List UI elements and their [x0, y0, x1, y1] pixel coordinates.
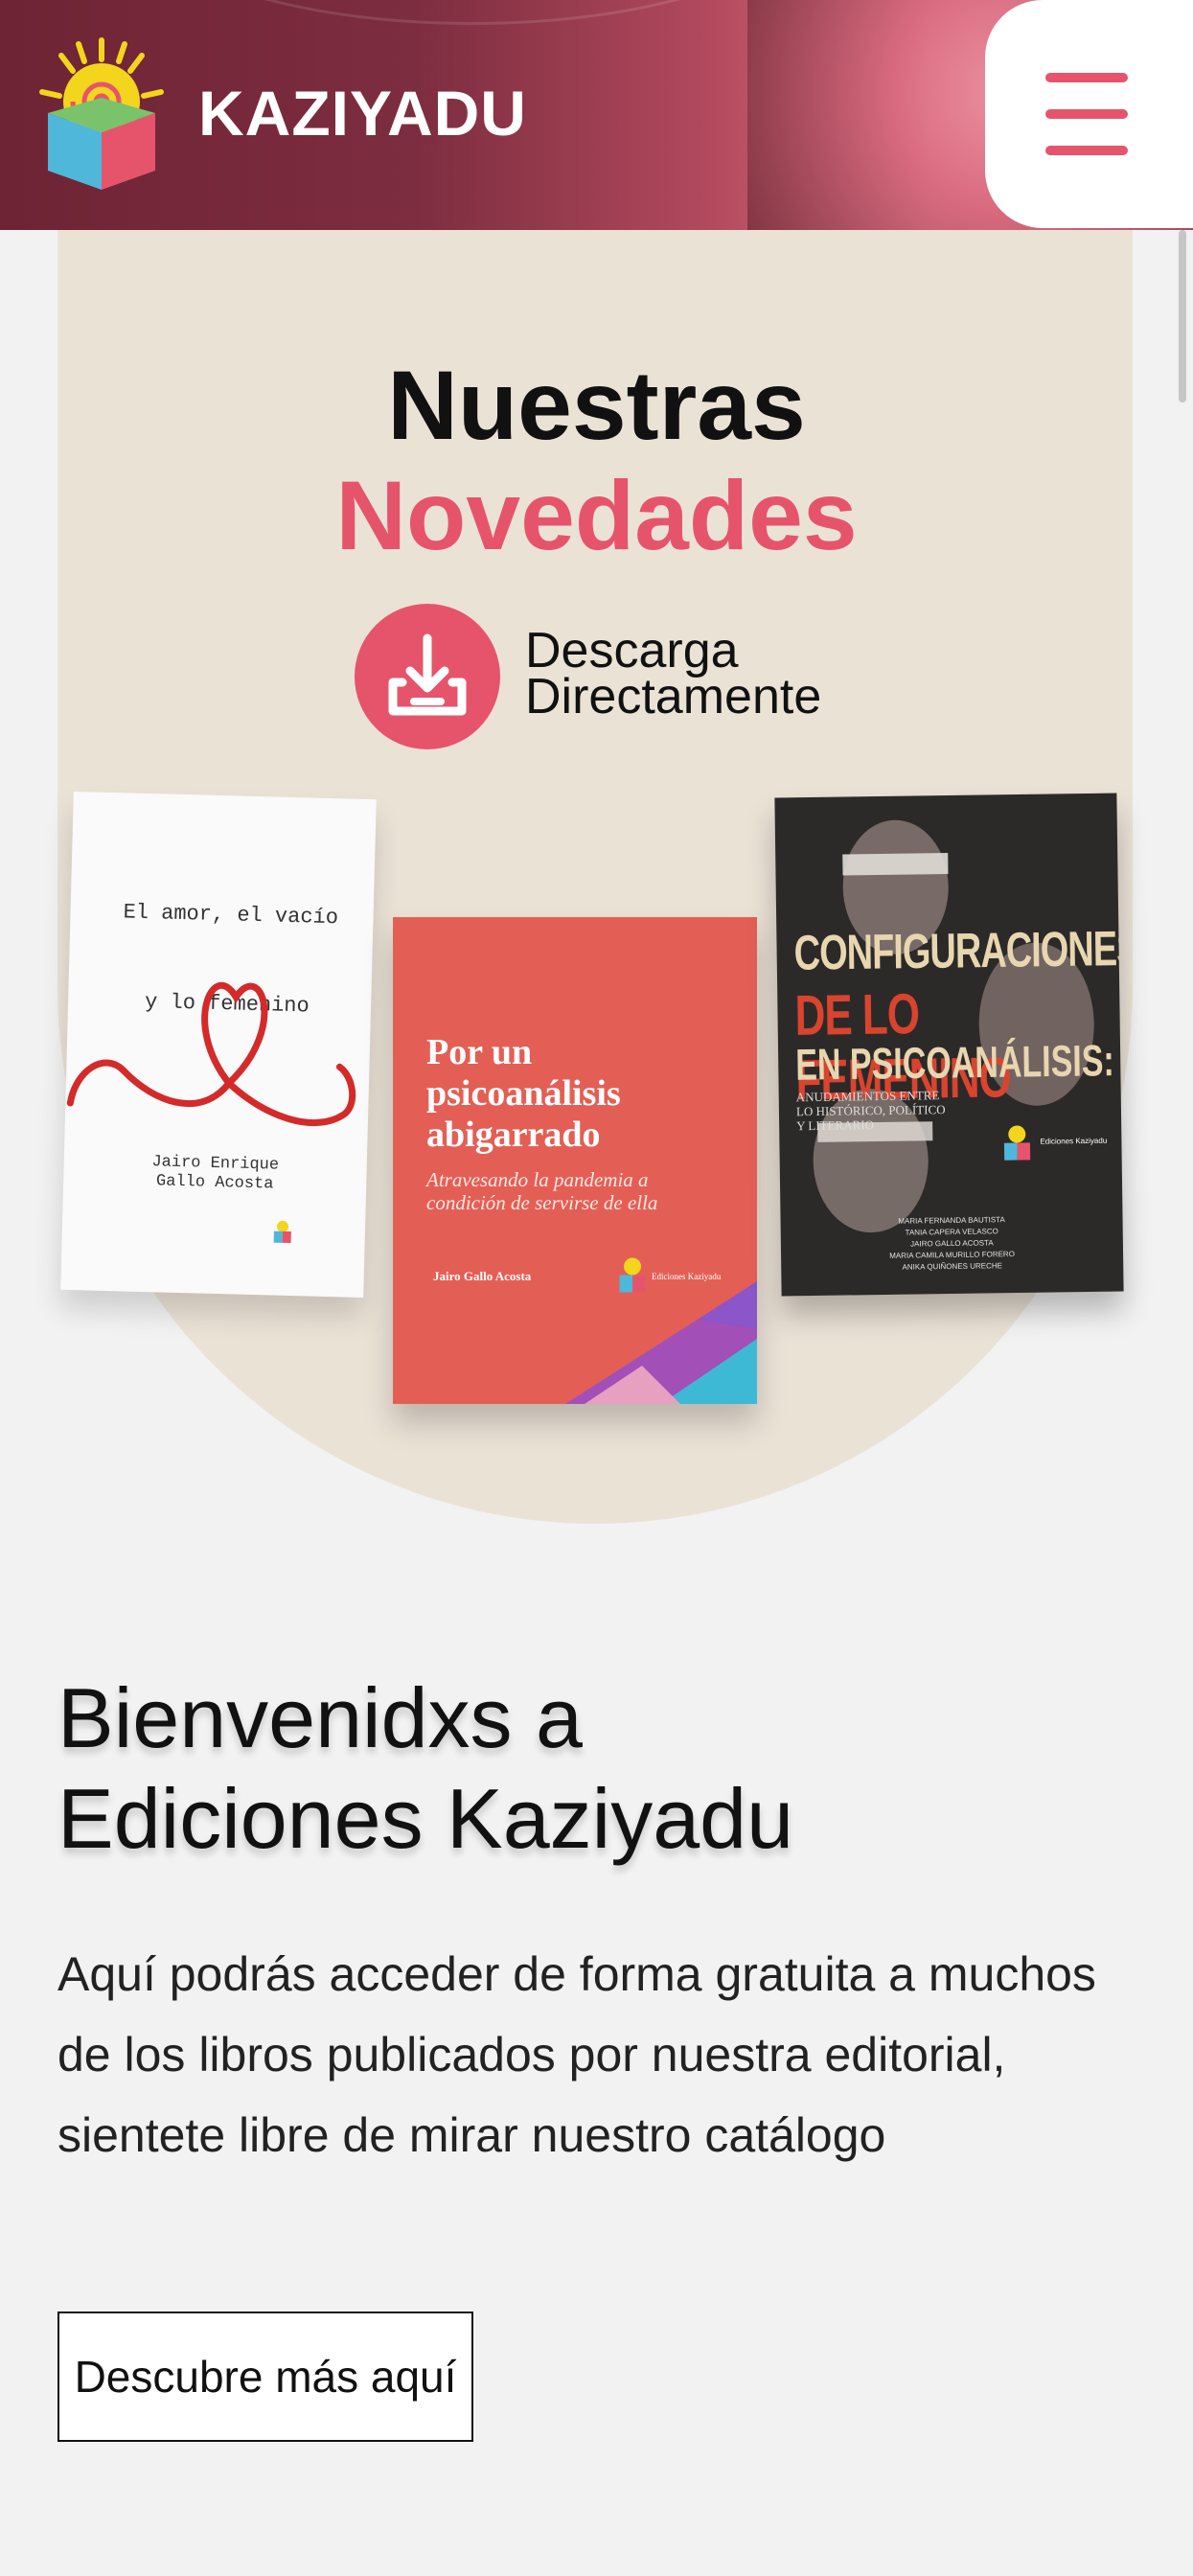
welcome-title: Bienvenidxs a Ediciones Kaziyadu: [57, 1670, 794, 1866]
hero-title-line1: Nuestras: [387, 351, 806, 460]
book-cover-el-amor[interactable]: El amor, el vacío y lo femenino Jairo En…: [60, 791, 377, 1299]
book-title-line1: El amor, el vacío: [123, 900, 339, 931]
kaziyadu-logo-icon[interactable]: [34, 33, 169, 196]
book-subtitle: Atravesando la pandemia a condición de s…: [426, 1168, 658, 1214]
hamburger-menu-icon-line: [1045, 146, 1128, 155]
book-publisher: Ediciones Kaziyadu: [1040, 1136, 1108, 1146]
download-button[interactable]: [355, 604, 500, 749]
book-title-line1: CONFIGURACIONES: [793, 922, 1124, 981]
hamburger-menu-button[interactable]: [985, 0, 1193, 228]
hero-title-line2: Novedades: [335, 461, 858, 570]
book-author: Jairo Enrique Gallo Acosta: [151, 1153, 280, 1194]
hamburger-menu-icon: [1045, 73, 1128, 82]
download-link[interactable]: Descarga Directamente: [525, 623, 822, 724]
book-cover-psicoanalisis-abigarrado[interactable]: Por un psicoanálisis abigarrado Atravesa…: [393, 917, 757, 1404]
book-title: Por un psicoanálisis abigarrado: [426, 1032, 621, 1155]
book-authors: MARIA FERNANDA BAUTISTA TANIA CAPERA VEL…: [889, 1215, 1015, 1272]
brand-name[interactable]: KAZIYADU: [198, 77, 527, 150]
discover-more-button[interactable]: Descubre más aquí: [57, 2312, 473, 2442]
book-title-line3: EN PSICOANÁLISIS:: [794, 1036, 1115, 1091]
download-tray-icon: [388, 633, 467, 716]
book-subtitle: ANUDAMIENTOS ENTRE LO HISTÓRICO, POLÍTIC…: [795, 1088, 946, 1134]
header-decoration: [134, 0, 811, 25]
geometric-pattern-decoration: [565, 1281, 757, 1404]
publisher-logo-icon: [273, 1220, 291, 1244]
publisher-logo-icon: [1003, 1125, 1031, 1161]
book-cover-configuraciones[interactable]: CONFIGURACIONES DE LO FEMENINO EN PSICOA…: [774, 793, 1124, 1297]
welcome-description: Aquí podrás acceder de forma gratuita a …: [57, 1947, 1096, 2162]
red-thread-heart-illustration: [66, 981, 356, 1126]
hamburger-menu-icon-line: [1045, 109, 1128, 119]
download-label-line2: Directamente: [525, 669, 822, 724]
scrollbar[interactable]: [1179, 230, 1186, 2576]
download-label-line1: Descarga: [525, 623, 739, 678]
site-header: KAZIYADU: [0, 0, 1193, 230]
